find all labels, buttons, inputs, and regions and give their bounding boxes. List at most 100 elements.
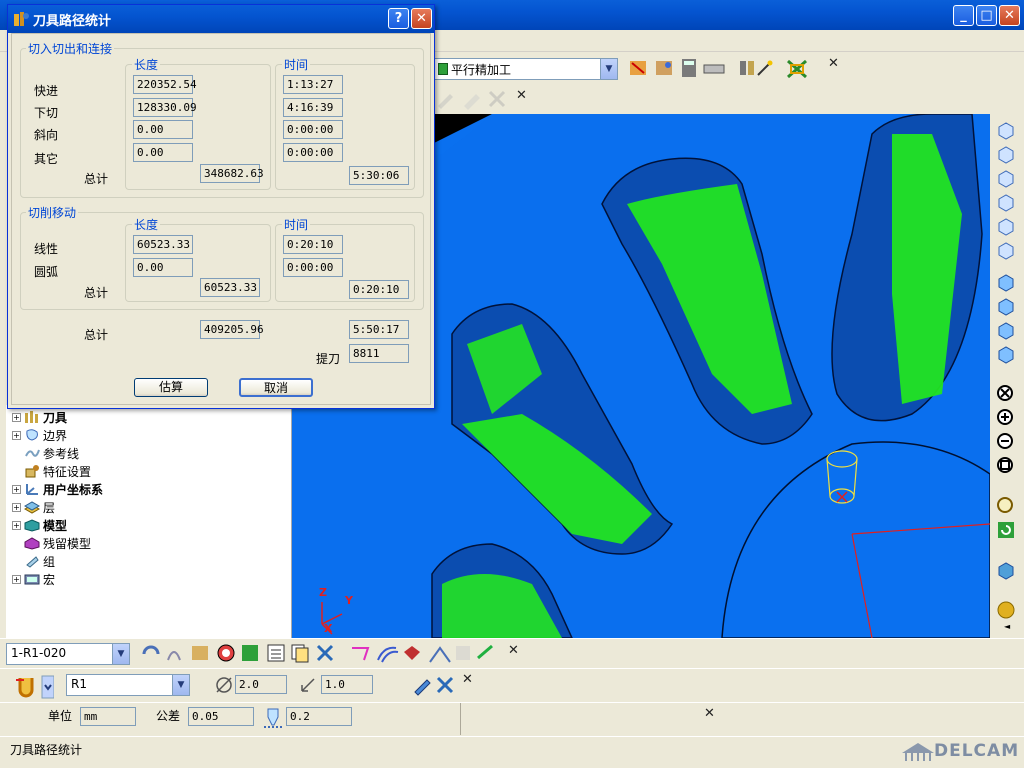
close-toolbar-icon[interactable]: ✕ <box>516 88 527 103</box>
scroll-arrow-icon[interactable]: ◄ <box>1004 622 1010 631</box>
reverse-icon <box>477 644 493 660</box>
tree-label: 用户坐标系 <box>43 482 104 497</box>
diameter-icon <box>216 677 232 693</box>
tree-item-macros[interactable]: + 宏 <box>12 570 55 588</box>
strategy-toolbar-icons[interactable] <box>628 57 848 81</box>
thickness-field[interactable]: 0.2 <box>286 707 352 726</box>
calculator-icon <box>682 59 696 77</box>
diameter-field[interactable]: 2.0 <box>235 675 287 694</box>
view-front-icon[interactable] <box>996 272 1016 292</box>
status-text: 刀具路径统计 <box>10 743 83 757</box>
close-toolbar-icon[interactable]: ✕ <box>508 643 519 658</box>
estimate-button[interactable]: 估算 <box>134 378 208 397</box>
tree-item-stock-models[interactable]: 残留模型 <box>12 534 91 552</box>
toolbar-divider <box>460 703 461 735</box>
tool-toolbar-icons[interactable] <box>412 674 460 696</box>
reorder-icon <box>377 646 399 663</box>
expand-icon[interactable]: + <box>12 484 21 494</box>
chevron-down-icon[interactable]: ▼ <box>112 644 129 664</box>
tool-wizard-icon <box>630 61 646 75</box>
close-window-button[interactable]: ✕ <box>999 5 1020 26</box>
tree-item-workplanes[interactable]: + 用户坐标系 <box>12 480 103 498</box>
view-bottom-icon[interactable] <box>996 240 1016 260</box>
minimize-button[interactable]: _ <box>953 5 974 26</box>
grand-total-label: 总计 <box>84 328 109 342</box>
tree-label: 组 <box>43 554 56 569</box>
rapid-length-field: 220352.54 <box>133 75 197 94</box>
axis-y-label: Y <box>345 594 353 607</box>
lead-total-label: 总计 <box>84 172 109 186</box>
tree-item-models[interactable]: + 模型 <box>12 516 67 534</box>
app-icon <box>14 12 29 26</box>
view-left-icon[interactable] <box>996 320 1016 340</box>
maximize-button[interactable]: □ <box>976 5 997 26</box>
chevron-down-icon[interactable]: ▼ <box>172 675 189 695</box>
view-top-icon[interactable] <box>996 216 1016 236</box>
zoom-fit-icon[interactable] <box>996 456 1016 476</box>
edit-toolbar-icons[interactable] <box>434 88 514 110</box>
ramp-length-field: 0.00 <box>133 120 193 139</box>
tree-item-features[interactable]: 特征设置 <box>12 462 91 480</box>
dialog-titlebar[interactable]: 刀具路径统计 ? ✕ <box>8 5 434 33</box>
close-toolbar-icon[interactable]: ✕ <box>828 56 839 71</box>
export-icon <box>656 61 672 75</box>
expand-icon[interactable]: + <box>12 574 21 584</box>
pattern-icon <box>25 449 40 457</box>
shaded-view-icon[interactable] <box>996 560 1016 580</box>
view-iso4-icon[interactable] <box>996 192 1016 212</box>
divide-icon <box>404 646 420 660</box>
view-iso3-icon[interactable] <box>996 168 1016 188</box>
strategy-select[interactable]: 平行精加工 ▼ <box>434 58 618 80</box>
tool-toolbar: R1 ▼ 2.0 1.0 ✕ <box>0 668 1024 702</box>
help-button[interactable]: ? <box>388 8 409 29</box>
lead-total-time-field: 5:30:06 <box>349 166 409 185</box>
view-iso2-icon[interactable] <box>996 144 1016 164</box>
view-iso1-icon[interactable] <box>996 120 1016 140</box>
tool-type-icon[interactable] <box>12 674 54 700</box>
dialog-title: 刀具路径统计 <box>33 14 112 29</box>
tool-select[interactable]: R1 ▼ <box>66 674 190 696</box>
toolpath-toolbar: 1-R1-020 ▼ ✕ <box>0 638 1024 668</box>
units-field[interactable]: mm <box>80 707 136 726</box>
tree-item-boundaries[interactable]: + 边界 <box>12 426 67 444</box>
material-sphere-icon[interactable] <box>996 600 1016 620</box>
zoom-box-icon[interactable] <box>996 384 1016 404</box>
refresh-icon[interactable] <box>996 520 1016 540</box>
other-label: 其它 <box>34 152 59 166</box>
tree-label: 边界 <box>43 428 68 443</box>
tree-item-patterns[interactable]: 参考线 <box>12 444 79 462</box>
lifts-label: 提刀 <box>316 352 341 366</box>
zoom-out-icon[interactable] <box>996 432 1016 452</box>
cut-total-time-field: 0:20:10 <box>349 280 409 299</box>
tolerance-field[interactable]: 0.05 <box>188 707 254 726</box>
cancel-button[interactable]: 取消 <box>239 378 313 397</box>
linear-label: 线性 <box>34 242 59 256</box>
tree-item-groups[interactable]: 组 <box>12 552 55 570</box>
delete-icon <box>436 676 454 694</box>
plunge-length-field: 128330.09 <box>133 98 197 117</box>
length-field[interactable]: 1.0 <box>321 675 373 694</box>
chevron-down-icon[interactable]: ▼ <box>600 59 617 79</box>
links-icon <box>167 651 181 661</box>
zoom-previous-icon[interactable] <box>996 496 1016 516</box>
close-toolbar-icon[interactable]: ✕ <box>462 672 473 687</box>
expand-icon[interactable]: + <box>12 430 21 440</box>
view-back-icon[interactable] <box>996 296 1016 316</box>
plunge-time-field: 4:16:39 <box>283 98 343 117</box>
zoom-in-icon[interactable] <box>996 408 1016 428</box>
ramp-label: 斜向 <box>34 128 59 142</box>
expand-icon[interactable]: + <box>12 412 21 422</box>
explorer-tree: + 刀具 + 边界 参考线 特征设置 + 用户坐标系 + 层 + 模型 残留模型 <box>6 405 292 638</box>
toolpath-toolbar-icons[interactable] <box>140 642 500 666</box>
ruler-icon <box>703 64 725 74</box>
tree-item-levels[interactable]: + 层 <box>12 498 55 516</box>
tree-item-tools[interactable]: + 刀具 <box>12 408 67 426</box>
probe-icon <box>740 61 754 75</box>
close-toolbar-icon[interactable]: ✕ <box>704 706 715 721</box>
dialog-body: 切入切出和连接 长度 时间 快进 220352.54 1:13:27 下切 12… <box>11 33 431 405</box>
view-right-icon[interactable] <box>996 344 1016 364</box>
expand-icon[interactable]: + <box>12 502 21 512</box>
dialog-close-button[interactable]: ✕ <box>411 8 432 29</box>
expand-icon[interactable]: + <box>12 520 21 530</box>
toolpath-select[interactable]: 1-R1-020 ▼ <box>6 643 130 665</box>
